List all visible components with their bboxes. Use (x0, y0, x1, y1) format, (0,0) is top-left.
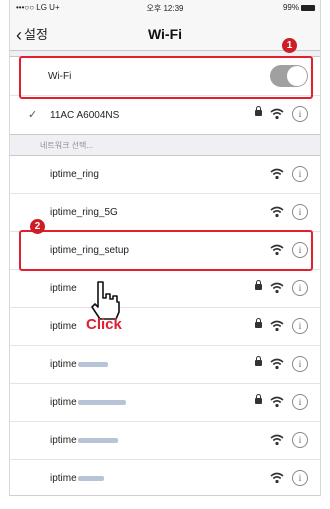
info-icon[interactable]: i (292, 470, 308, 486)
lock-icon (255, 394, 262, 404)
list-item[interactable]: iptime i (10, 270, 320, 308)
network-status-icons: i (238, 166, 308, 184)
list-item[interactable]: iptime i (10, 384, 320, 422)
network-name: iptime_ring_5G (50, 207, 118, 218)
info-icon[interactable]: i (292, 356, 308, 372)
step-badge-1: 1 (282, 38, 297, 53)
list-item[interactable]: iptime i (10, 346, 320, 384)
network-name: iptime (50, 283, 77, 294)
info-icon[interactable]: i (292, 204, 308, 220)
lock-icon (255, 356, 262, 366)
connected-network-name: 11AC A6004NS (50, 110, 120, 121)
network-list: iptime_ring i iptime_ring_5G i iptime_ri… (10, 155, 320, 495)
wifi-signal-icon (270, 358, 284, 370)
page-title: Wi-Fi (147, 26, 183, 42)
pointer-hand-icon (91, 281, 120, 320)
redacted-text (77, 437, 118, 443)
list-item[interactable]: iptime i (10, 308, 320, 346)
battery-percent: 99% (282, 3, 299, 12)
battery-indicator: 99% (283, 3, 315, 12)
network-name: iptime_ring (50, 169, 99, 180)
wifi-signal-icon (270, 108, 284, 120)
status-time: 오후 12:39 (146, 4, 184, 13)
network-status-icons: i (238, 280, 308, 298)
network-status-icons: i (238, 394, 308, 412)
info-icon[interactable]: i (292, 318, 308, 334)
step-badge-2: 2 (30, 219, 45, 234)
network-name: iptime (50, 435, 118, 446)
list-item[interactable]: iptime i (10, 422, 320, 460)
network-name: iptime (50, 321, 77, 332)
wifi-signal-icon (270, 472, 284, 484)
wifi-signal-icon (270, 320, 284, 332)
highlight-wifi-toggle (19, 56, 313, 99)
info-icon[interactable]: i (292, 166, 308, 182)
network-status-icons: i (238, 356, 308, 374)
lock-icon (255, 280, 262, 290)
redacted-text (77, 399, 126, 405)
network-status-icons: i (238, 470, 308, 488)
network-status-icons: i (238, 204, 308, 222)
redacted-text (77, 361, 108, 367)
list-item[interactable]: iptime_ring i (10, 156, 320, 194)
list-item[interactable]: iptime i (10, 460, 320, 495)
info-icon[interactable]: i (292, 106, 308, 122)
click-label: Click (86, 316, 122, 333)
status-bar: •••○○ LG U+ 오후 12:39 99% (10, 0, 320, 16)
navigation-bar: ‹ 설정 Wi-Fi (10, 16, 320, 51)
list-item[interactable]: iptime_ring_5G i (10, 194, 320, 232)
network-name-prefix: iptime (50, 397, 77, 408)
checkmark-icon: ✓ (28, 109, 38, 121)
wifi-signal-icon (270, 396, 284, 408)
network-name-prefix: iptime (50, 359, 77, 370)
redacted-text (77, 475, 104, 481)
wifi-signal-icon (270, 282, 284, 294)
network-name: iptime (50, 359, 108, 370)
network-name-prefix: iptime (50, 321, 77, 332)
network-name: iptime (50, 397, 126, 408)
info-icon[interactable]: i (292, 432, 308, 448)
network-name-prefix: iptime (50, 473, 77, 484)
info-icon[interactable]: i (292, 280, 308, 296)
info-icon[interactable]: i (292, 394, 308, 410)
wifi-signal-icon (270, 168, 284, 180)
network-status-icons: i (238, 106, 308, 124)
section-header: 네트워크 선택... (40, 141, 94, 150)
highlight-setup-network (19, 230, 313, 271)
network-status-icons: i (238, 318, 308, 336)
lock-icon (255, 106, 262, 116)
network-name: iptime (50, 473, 104, 484)
network-name-prefix: iptime (50, 283, 77, 294)
connected-network-row[interactable]: ✓ 11AC A6004NS i (10, 96, 320, 134)
wifi-signal-icon (270, 434, 284, 446)
wifi-signal-icon (270, 206, 284, 218)
network-name-prefix: iptime (50, 435, 77, 446)
network-status-icons: i (238, 432, 308, 450)
battery-icon (301, 4, 315, 11)
lock-icon (255, 318, 262, 328)
